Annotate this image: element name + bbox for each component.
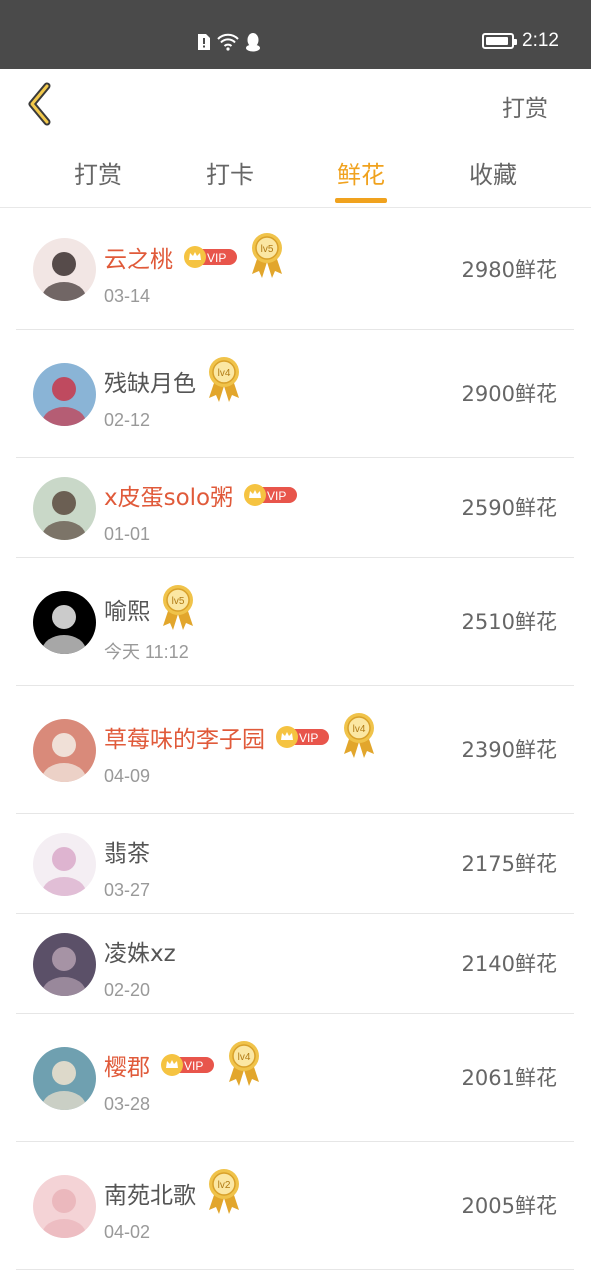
level-medal-icon: lv2 [206,1166,242,1220]
avatar[interactable] [33,1175,96,1238]
qq-icon [244,32,262,56]
status-bar: 2:12 [0,0,591,69]
tab-flowers[interactable]: 鲜花 [321,155,401,190]
entry-date: 01-01 [104,524,151,544]
chevron-left-icon [22,82,58,133]
name-line: x皮蛋solo粥 VIP [104,470,299,520]
user-name[interactable]: 樱郡 [104,1048,150,1082]
entry-date: 03-27 [104,880,151,900]
list-item[interactable]: 草莓味的李子园 VIP lv4 04-09 2390鲜花 [0,686,591,814]
svg-text:VIP: VIP [267,489,286,503]
list-item[interactable]: 南苑北歌 lv2 04-02 2005鲜花 [0,1142,591,1270]
svg-text:lv4: lv4 [238,1052,251,1063]
avatar[interactable] [33,933,96,996]
name-line: 樱郡 VIP lv4 [104,1040,262,1090]
entry-date: 02-12 [104,410,151,430]
vip-badge-icon: VIP [160,1053,216,1077]
level-medal-icon: lv4 [206,354,242,408]
svg-text:VIP: VIP [184,1059,203,1073]
wifi-icon [216,33,240,55]
tab-favorites[interactable]: 收藏 [453,155,533,190]
tab-active-indicator [335,198,387,203]
list-item[interactable]: 凌姝xz 02-20 2140鲜花 [0,914,591,1014]
vip-badge-icon: VIP [243,483,299,507]
list-item[interactable]: 樱郡 VIP lv4 03-28 2061鲜花 [0,1014,591,1142]
entry-date: 今天 11:12 [104,642,189,662]
name-line: 云之桃 VIP lv5 [104,232,285,282]
avatar[interactable] [33,238,96,301]
user-name[interactable]: 云之桃 [104,240,173,274]
flower-amount: 2005鲜花 [461,1194,557,1218]
vip-badge-icon: VIP [183,245,239,269]
reward-action-button[interactable]: 打赏 [502,89,548,123]
flower-amount: 2175鲜花 [461,852,557,876]
name-line: 凌姝xz [104,926,176,976]
avatar[interactable] [33,477,96,540]
flower-amount: 2590鲜花 [461,496,557,520]
entry-date: 04-02 [104,1222,151,1242]
list-item[interactable]: 翡茶 03-27 2175鲜花 [0,814,591,914]
flower-amount: 2900鲜花 [461,382,557,406]
name-line: 喻熙 lv5 [104,584,196,634]
flower-amount: 2140鲜花 [461,952,557,976]
level-medal-icon: lv4 [341,710,377,764]
tab-reward[interactable]: 打赏 [58,155,138,190]
svg-text:lv5: lv5 [172,596,185,607]
list-item[interactable]: 云之桃 VIP lv5 03-14 2980鲜花 [0,209,591,330]
user-name[interactable]: x皮蛋solo粥 [104,478,233,512]
user-name[interactable]: 南苑北歌 [104,1176,196,1210]
svg-text:lv4: lv4 [353,724,366,735]
sim-alert-icon [196,33,212,55]
flower-amount: 2510鲜花 [461,610,557,634]
entry-date: 02-20 [104,980,151,1000]
svg-text:lv5: lv5 [261,244,274,255]
level-medal-icon: lv5 [160,582,196,636]
name-line: 残缺月色 lv4 [104,356,242,406]
avatar[interactable] [33,363,96,426]
back-button[interactable] [22,81,58,129]
svg-text:VIP: VIP [299,731,318,745]
flower-amount: 2390鲜花 [461,738,557,762]
entry-date: 03-28 [104,1094,151,1114]
name-line: 草莓味的李子园 VIP lv4 [104,712,377,762]
avatar[interactable] [33,1047,96,1110]
flower-amount: 2061鲜花 [461,1066,557,1090]
level-medal-icon: lv5 [249,230,285,284]
avatar[interactable] [33,719,96,782]
svg-text:lv2: lv2 [218,1180,231,1191]
status-icons [196,32,262,56]
level-medal-icon: lv4 [226,1038,262,1092]
avatar[interactable] [33,591,96,654]
name-line: 南苑北歌 lv2 [104,1168,242,1218]
battery-icon [482,33,518,49]
entry-date: 04-09 [104,766,151,786]
list-item[interactable]: 残缺月色 lv4 02-12 2900鲜花 [0,330,591,458]
user-name[interactable]: 草莓味的李子园 [104,720,265,754]
avatar[interactable] [33,833,96,896]
header: 打赏 [0,69,591,141]
vip-badge-icon: VIP [275,725,331,749]
svg-text:lv4: lv4 [218,368,231,379]
flower-ranking-list: 云之桃 VIP lv5 03-14 2980鲜花残缺月色 lv4 02-12 2900鲜花 x皮… [0,209,591,1270]
user-name[interactable]: 翡茶 [104,834,150,868]
entry-date: 03-14 [104,286,151,306]
tab-checkin[interactable]: 打卡 [190,155,270,190]
user-name[interactable]: 残缺月色 [104,364,196,398]
flower-amount: 2980鲜花 [461,258,557,282]
status-right: 2:12 [482,30,559,52]
list-item[interactable]: 喻熙 lv5 今天 11:12 2510鲜花 [0,558,591,686]
user-name[interactable]: 喻熙 [104,592,150,626]
tab-bar: 打赏 打卡 鲜花 收藏 [0,141,591,208]
name-line: 翡茶 [104,826,150,876]
user-name[interactable]: 凌姝xz [104,934,176,968]
status-time: 2:12 [522,30,559,51]
svg-text:VIP: VIP [207,251,226,265]
list-item[interactable]: x皮蛋solo粥 VIP 01-01 2590鲜花 [0,458,591,558]
